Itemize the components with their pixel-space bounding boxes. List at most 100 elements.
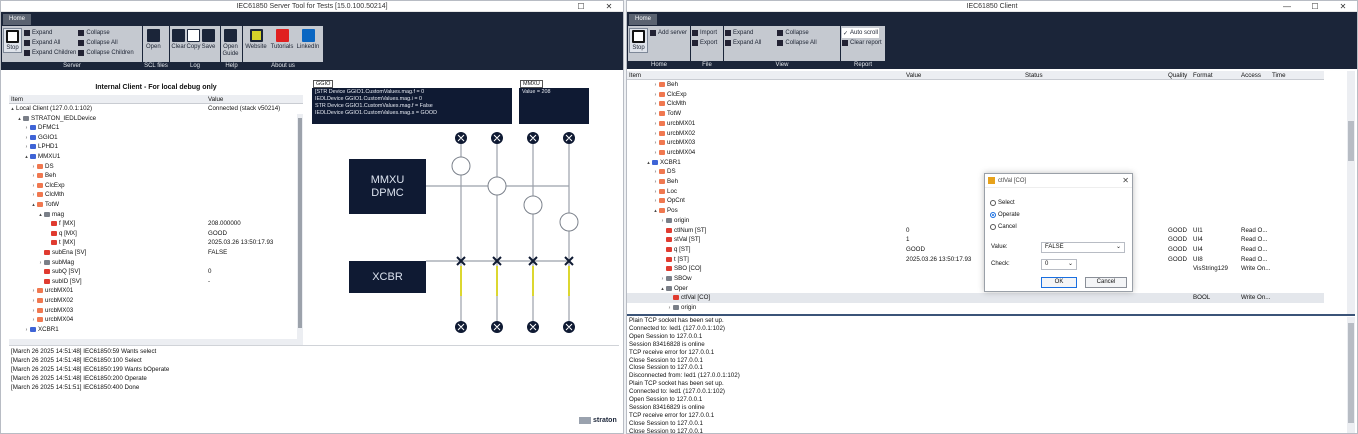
- scrollbar-thumb[interactable]: [1348, 323, 1354, 423]
- open-scl-button[interactable]: Open: [144, 28, 163, 51]
- expand-all-button[interactable]: Expand All: [24, 38, 76, 48]
- tree-row[interactable]: ▴ Local Client (127.0.0.1:102): [9, 104, 92, 114]
- tree-row[interactable]: › urcbMX04: [30, 315, 74, 325]
- tree-row[interactable]: › LPHD1: [23, 142, 58, 152]
- expand-toggle-icon[interactable]: ▴: [30, 201, 37, 211]
- add-server-button[interactable]: Add server: [650, 28, 687, 38]
- tree-row[interactable]: ▴ STRATON_IEDLDevice: [16, 114, 96, 124]
- tree-row[interactable]: › ClcMth: [30, 190, 65, 200]
- tree-row[interactable]: › OpCnt: [652, 196, 685, 206]
- stop-button[interactable]: Stop: [3, 28, 22, 53]
- expand-toggle-icon[interactable]: ▴: [652, 207, 659, 217]
- check-select[interactable]: 0 ⌄: [1041, 259, 1077, 270]
- cancel-button[interactable]: Cancel: [1085, 277, 1127, 288]
- tree-row[interactable]: › XCBR1: [23, 325, 59, 335]
- tree-row[interactable]: › Beh: [652, 80, 678, 90]
- tree-row[interactable]: SBO [CO]: [659, 264, 702, 274]
- tree-row[interactable]: › urcbMX02: [652, 129, 696, 139]
- tree-row[interactable]: › urcbMX02: [30, 296, 74, 306]
- clear-report-button[interactable]: Clear report: [842, 38, 882, 48]
- import-button[interactable]: Import: [692, 28, 717, 38]
- website-button[interactable]: Website: [244, 28, 268, 51]
- tree-row[interactable]: › urcbMX01: [30, 286, 74, 296]
- close-icon[interactable]: ✕: [1329, 1, 1357, 12]
- tree-row[interactable]: ▴ Oper: [659, 284, 688, 294]
- tree-row[interactable]: t [MX]: [44, 238, 75, 248]
- export-button[interactable]: Export: [692, 38, 717, 48]
- tree-row[interactable]: › urcbMX04: [652, 148, 696, 158]
- maximize-icon[interactable]: ☐: [1301, 1, 1329, 12]
- clear-log-button[interactable]: Clear: [171, 28, 186, 51]
- tutorials-button[interactable]: Tutorials: [269, 28, 295, 51]
- tree-row[interactable]: › ClcMth: [652, 99, 687, 109]
- tree-row[interactable]: › origin: [666, 303, 696, 313]
- tree-row[interactable]: › urcbMX03: [652, 138, 696, 148]
- expand-toggle-icon[interactable]: ▴: [9, 105, 16, 115]
- collapse-button[interactable]: Collapse: [777, 28, 816, 38]
- scrollbar-thumb[interactable]: [298, 118, 302, 328]
- xcbr-block[interactable]: XCBR: [349, 261, 426, 293]
- scrollbar-thumb[interactable]: [1348, 121, 1354, 161]
- cancel-radio[interactable]: Cancel: [990, 224, 1017, 230]
- tree-row[interactable]: ▴ MMXU1: [23, 152, 60, 162]
- tree-row[interactable]: ctlNum [ST]: [659, 226, 706, 236]
- operate-radio[interactable]: Operate: [990, 212, 1020, 218]
- tree-row[interactable]: ▴ TotW: [30, 200, 59, 210]
- tree-row[interactable]: › DFMC1: [23, 123, 60, 133]
- select-radio[interactable]: Select: [990, 200, 1015, 206]
- expand-toggle-icon[interactable]: ›: [666, 304, 673, 313]
- tree-scrollbar[interactable]: [297, 114, 303, 340]
- mmxu-dpmc-block[interactable]: MMXU DPMC: [349, 159, 426, 214]
- tree-row[interactable]: › Beh: [30, 171, 56, 181]
- close-icon[interactable]: ✕: [595, 1, 623, 12]
- collapse-children-button[interactable]: Collapse Children: [78, 48, 134, 58]
- tree-row[interactable]: › Beh: [652, 177, 678, 187]
- tree-row[interactable]: › GGIO1: [23, 133, 58, 143]
- ok-button[interactable]: OK: [1041, 277, 1077, 288]
- maximize-icon[interactable]: ☐: [567, 1, 595, 12]
- tree-row[interactable]: ctlVal [CO]: [666, 293, 710, 303]
- tree-row[interactable]: q [ST]: [659, 245, 691, 255]
- tree-row[interactable]: › DS: [30, 162, 54, 172]
- expand-children-button[interactable]: Expand Children: [24, 48, 76, 58]
- tree-row[interactable]: › DS: [652, 167, 676, 177]
- expand-toggle-icon[interactable]: ›: [23, 326, 30, 336]
- save-log-button[interactable]: Save: [201, 28, 216, 51]
- value-select[interactable]: FALSE ⌄: [1041, 242, 1125, 253]
- expand-toggle-icon[interactable]: ▴: [37, 211, 44, 221]
- tree-row[interactable]: › origin: [659, 216, 689, 226]
- tree-row[interactable]: subEna [SV]: [37, 248, 86, 258]
- expand-toggle-icon[interactable]: ▴: [645, 159, 652, 169]
- client-tree-scrollbar[interactable]: [1347, 71, 1355, 314]
- tree-row[interactable]: › SBOw: [659, 274, 692, 284]
- tree-row[interactable]: stVal [ST]: [659, 235, 700, 245]
- client-log-scrollbar[interactable]: [1347, 317, 1355, 433]
- expand-toggle-icon[interactable]: ▴: [16, 115, 23, 125]
- tree-row[interactable]: f [MX]: [44, 219, 75, 229]
- copy-log-button[interactable]: Copy: [186, 28, 201, 51]
- tree-row[interactable]: › Loc: [652, 187, 677, 197]
- expand-toggle-icon[interactable]: ▴: [23, 153, 30, 163]
- tree-row[interactable]: ▴ Pos: [652, 206, 677, 217]
- tree-row[interactable]: subQ [SV]: [37, 267, 80, 277]
- tree-row[interactable]: › TotW: [652, 109, 681, 119]
- close-icon[interactable]: ✕: [1122, 176, 1129, 185]
- collapse-button[interactable]: Collapse: [78, 28, 133, 38]
- tree-row[interactable]: ▴ mag: [37, 210, 64, 220]
- tree-row[interactable]: › ClcExp: [30, 181, 65, 191]
- open-guide-button[interactable]: Open Guide: [222, 28, 239, 59]
- expand-button[interactable]: Expand: [24, 28, 76, 38]
- collapse-all-button[interactable]: Collapse All: [78, 38, 133, 48]
- tree-row[interactable]: t [ST]: [659, 255, 689, 265]
- tree-row[interactable]: subID [SV]: [37, 277, 82, 287]
- tree-row[interactable]: › ClcExp: [652, 90, 687, 100]
- tree-row[interactable]: › subMag: [37, 258, 74, 268]
- tree-row[interactable]: › urcbMX03: [30, 306, 74, 316]
- tree-row[interactable]: q [MX]: [44, 229, 77, 239]
- auto-scroll-toggle[interactable]: ✓ Auto scroll: [842, 28, 880, 38]
- minimize-icon[interactable]: —: [1273, 1, 1301, 12]
- linkedin-button[interactable]: LinkedIn: [296, 28, 320, 51]
- tab-home[interactable]: Home: [3, 14, 32, 25]
- stop-button[interactable]: Stop: [629, 28, 648, 53]
- tab-home[interactable]: Home: [629, 14, 658, 25]
